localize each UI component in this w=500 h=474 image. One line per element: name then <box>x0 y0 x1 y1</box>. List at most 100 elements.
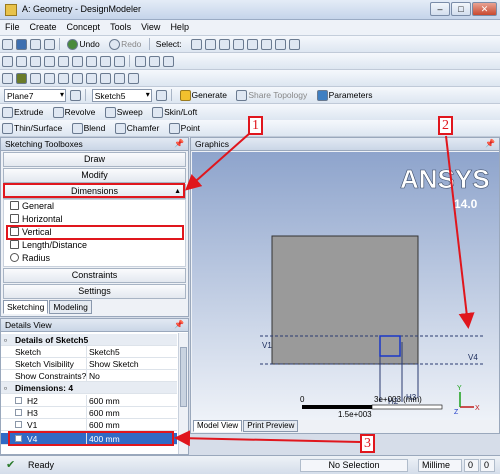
next-view-icon[interactable] <box>100 56 111 67</box>
box-zoom-icon[interactable] <box>44 56 55 67</box>
triad-icon[interactable] <box>135 56 146 67</box>
plane-combo[interactable]: Plane7 <box>4 89 66 102</box>
details-row-constraints[interactable]: Show Constraints? No <box>1 370 177 382</box>
blend-button[interactable]: Blend <box>84 123 106 133</box>
zoom-fit-icon[interactable] <box>58 56 69 67</box>
extrude-icon[interactable] <box>2 107 13 118</box>
pin-icon[interactable]: 📌 <box>174 320 184 329</box>
graphics-viewport[interactable]: ANSYS 14.0 V1 V4 H2 H3 0 3e+003 (mm) 1.5… <box>192 152 499 420</box>
edge-icon[interactable] <box>58 73 69 84</box>
magnifier-icon[interactable] <box>72 56 83 67</box>
sweep-button[interactable]: Sweep <box>117 107 143 117</box>
draw-section[interactable]: Draw <box>3 152 186 167</box>
select-more-icon[interactable] <box>289 39 301 50</box>
generate-button[interactable]: Generate <box>192 90 227 100</box>
sketch-combo[interactable]: Sketch5 <box>91 89 152 102</box>
dimension-row-v1[interactable]: V1 600 mm <box>1 419 177 431</box>
zoom-icon[interactable] <box>30 56 41 67</box>
select-mode-icon[interactable] <box>191 39 203 50</box>
menu-tools[interactable]: Tools <box>105 20 136 34</box>
select-body-icon[interactable] <box>247 39 259 50</box>
skin-loft-button[interactable]: Skin/Loft <box>164 107 197 117</box>
parameters-button[interactable]: Parameters <box>329 90 373 100</box>
revolve-icon[interactable] <box>52 107 64 118</box>
select-point-icon[interactable] <box>205 39 217 50</box>
point-tool-icon[interactable] <box>168 123 180 134</box>
row-value[interactable]: 600 mm <box>89 419 120 431</box>
chamfer-button[interactable]: Chamfer <box>127 123 160 133</box>
point-icon[interactable] <box>30 73 41 84</box>
status-units[interactable]: Millime <box>418 459 462 472</box>
body-icon[interactable] <box>86 73 97 84</box>
details-group-dimensions[interactable]: ▫ Dimensions: 4 <box>1 382 177 394</box>
tool-length-distance[interactable]: Length/Distance <box>4 239 185 252</box>
save-icon[interactable] <box>16 39 27 50</box>
menu-file[interactable]: File <box>0 20 25 34</box>
parameter-checkbox[interactable] <box>15 421 22 428</box>
iso-view-icon[interactable] <box>114 56 125 67</box>
menu-help[interactable]: Help <box>165 20 194 34</box>
screenshot-icon[interactable] <box>44 39 55 50</box>
skin-loft-icon[interactable] <box>152 107 164 118</box>
tab-model-view[interactable]: Model View <box>193 420 243 432</box>
sweep-icon[interactable] <box>104 107 116 118</box>
point-button[interactable]: Point <box>181 123 200 133</box>
v1-label[interactable]: V1 <box>262 341 272 350</box>
sketch-canvas[interactable]: ANSYS 14.0 V1 V4 H2 H3 0 3e+003 (mm) 1.5… <box>192 152 499 420</box>
maximize-button[interactable]: □ <box>451 2 471 16</box>
pin-icon[interactable]: 📌 <box>485 139 495 148</box>
details-scrollbar[interactable] <box>178 333 188 454</box>
previous-view-icon[interactable] <box>86 56 97 67</box>
tool-general[interactable]: General <box>4 200 185 213</box>
rotate-icon[interactable] <box>2 56 13 67</box>
share-topology-icon[interactable] <box>236 90 248 101</box>
v4-label[interactable]: V4 <box>468 353 478 362</box>
details-group-sketch[interactable]: ▫ Details of Sketch5 <box>1 334 177 346</box>
tab-modeling[interactable]: Modeling <box>49 300 92 314</box>
close-button[interactable]: ✕ <box>472 2 497 16</box>
new-plane-icon[interactable] <box>70 90 82 101</box>
pin-icon[interactable]: 📌 <box>174 139 184 148</box>
menu-concept[interactable]: Concept <box>62 20 106 34</box>
concept-icon[interactable] <box>128 73 139 84</box>
select-face-icon[interactable] <box>233 39 245 50</box>
constraints-section[interactable]: Constraints <box>3 268 186 283</box>
modify-section[interactable]: Modify <box>3 168 186 183</box>
look-at-icon[interactable] <box>163 56 174 67</box>
thin-surface-button[interactable]: Thin/Surface <box>14 123 62 133</box>
row-value[interactable]: 600 mm <box>89 407 120 419</box>
settings-section[interactable]: Settings <box>3 284 186 299</box>
dimension-row-h2[interactable]: H2 600 mm <box>1 395 177 407</box>
menu-create[interactable]: Create <box>25 20 62 34</box>
export-icon[interactable] <box>30 39 41 50</box>
extrude-button[interactable]: Extrude <box>14 107 43 117</box>
scroll-thumb[interactable] <box>180 347 187 407</box>
tool-radius[interactable]: Radius <box>4 252 185 265</box>
minimize-button[interactable]: – <box>430 2 450 16</box>
row-value[interactable]: 600 mm <box>89 395 120 407</box>
revolve-button[interactable]: Revolve <box>65 107 96 117</box>
details-row-visibility[interactable]: Sketch Visibility Show Sketch <box>1 358 177 370</box>
undo-button[interactable]: Undo <box>79 39 99 49</box>
tab-print-preview[interactable]: Print Preview <box>243 420 299 432</box>
new-sketch-icon[interactable] <box>156 90 168 101</box>
blend-icon[interactable] <box>71 123 83 134</box>
pan-icon[interactable] <box>16 56 27 67</box>
redo-button[interactable]: Redo <box>121 39 141 49</box>
tab-sketching[interactable]: Sketching <box>3 300 49 314</box>
display-model-icon[interactable] <box>16 73 27 84</box>
display-icon[interactable] <box>149 56 160 67</box>
select-extend-icon[interactable] <box>275 39 287 50</box>
dimension-row-h3[interactable]: H3 600 mm <box>1 407 177 419</box>
menu-view[interactable]: View <box>136 20 165 34</box>
line-icon[interactable] <box>44 73 55 84</box>
details-row-sketch[interactable]: Sketch Sketch5 <box>1 346 177 358</box>
undo-icon[interactable] <box>67 39 79 50</box>
display-plane-icon[interactable] <box>2 73 13 84</box>
parameter-checkbox[interactable] <box>15 397 22 404</box>
redo-icon[interactable] <box>109 39 121 50</box>
generate-icon[interactable] <box>179 90 191 101</box>
point-feature-icon[interactable] <box>114 73 125 84</box>
new-icon[interactable] <box>2 39 13 50</box>
parameters-icon[interactable] <box>316 90 328 101</box>
